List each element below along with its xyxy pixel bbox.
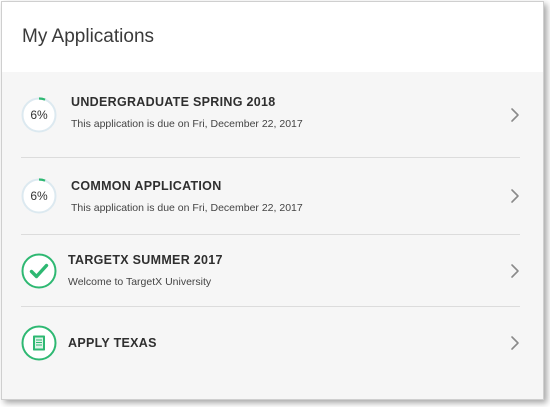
application-info: UNDERGRADUATE SPRING 2018 This applicati… bbox=[71, 95, 520, 130]
application-row-undergraduate-spring-2018[interactable]: 6% UNDERGRADUATE SPRING 2018 This applic… bbox=[21, 72, 520, 158]
progress-percent: 6% bbox=[30, 189, 48, 203]
progress-ring: 6% bbox=[21, 178, 57, 214]
application-title: UNDERGRADUATE SPRING 2018 bbox=[71, 95, 276, 109]
progress-ring: 6% bbox=[21, 96, 57, 133]
complete-badge bbox=[21, 253, 57, 289]
document-badge bbox=[21, 325, 57, 361]
application-info: TARGETX SUMMER 2017 Welcome to TargetX U… bbox=[68, 253, 520, 288]
progress-percent: 6% bbox=[30, 107, 48, 122]
application-title: COMMON APPLICATION bbox=[71, 178, 222, 193]
application-row-apply-texas[interactable]: APPLY TEXAS bbox=[21, 307, 520, 378]
applications-card: My Applications 6% UNDERGRADUATE SPRING … bbox=[1, 1, 544, 400]
card-header: My Applications bbox=[2, 2, 543, 72]
application-due-date: This application is due on Fri, December… bbox=[71, 201, 303, 214]
application-info: APPLY TEXAS bbox=[68, 336, 520, 350]
application-welcome-text: Welcome to TargetX University bbox=[68, 276, 212, 288]
page-title: My Applications bbox=[22, 26, 155, 47]
chevron-right-icon[interactable] bbox=[510, 263, 520, 279]
chevron-right-icon[interactable] bbox=[510, 335, 520, 351]
application-row-targetx-summer-2017[interactable]: TARGETX SUMMER 2017 Welcome to TargetX U… bbox=[21, 235, 520, 307]
chevron-right-icon[interactable] bbox=[510, 188, 520, 204]
document-icon bbox=[21, 325, 57, 360]
chevron-right-icon[interactable] bbox=[510, 107, 520, 123]
application-due-date: This application is due on Fri, December… bbox=[71, 118, 303, 130]
application-title: TARGETX SUMMER 2017 bbox=[68, 253, 223, 267]
checkmark-icon bbox=[21, 253, 57, 288]
applications-list: 6% UNDERGRADUATE SPRING 2018 This applic… bbox=[2, 72, 543, 399]
application-info: COMMON APPLICATION This application is d… bbox=[71, 179, 520, 214]
application-row-common-application[interactable]: 6% COMMON APPLICATION This application i… bbox=[21, 158, 520, 235]
application-title: APPLY TEXAS bbox=[68, 335, 157, 350]
